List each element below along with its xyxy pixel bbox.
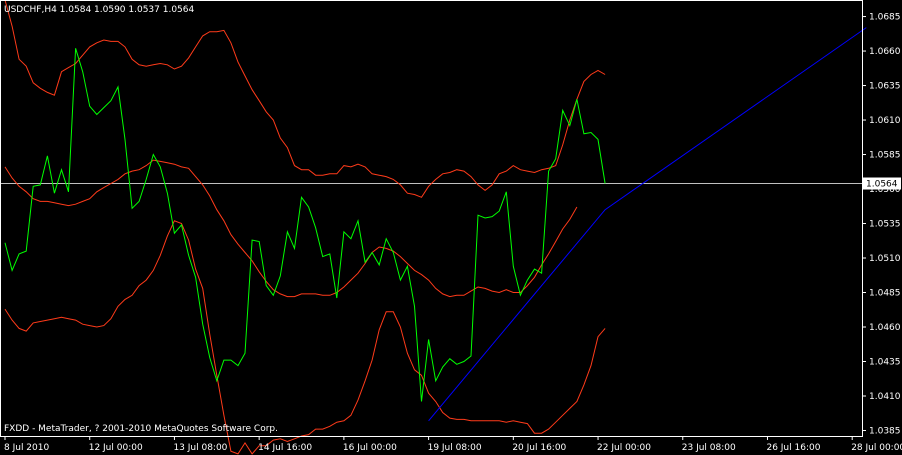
- y-tick-label: 1.0610: [869, 116, 901, 126]
- y-tick-label: 1.0635: [869, 82, 901, 92]
- chart-footer: FXDD - MetaTrader, ? 2001-2010 MetaQuote…: [4, 424, 278, 434]
- y-tick-label: 1.0460: [869, 323, 901, 333]
- x-tick-label: 8 Jul 2010: [4, 443, 49, 453]
- chart-background: [0, 0, 902, 455]
- price-chart[interactable]: 1.06851.06601.06351.06101.05851.05601.05…: [0, 0, 902, 455]
- x-tick-label: 23 Jul 08:00: [682, 443, 736, 453]
- x-tick-label: 26 Jul 16:00: [766, 443, 820, 453]
- y-tick-label: 1.0510: [869, 254, 901, 264]
- x-tick-label: 19 Jul 08:00: [428, 443, 482, 453]
- y-tick-label: 1.0485: [869, 289, 901, 299]
- y-tick-label: 1.0535: [869, 220, 901, 230]
- chart-header: USDCHF,H4 1.0584 1.0590 1.0537 1.0564: [4, 5, 194, 15]
- y-tick-label: 1.0385: [869, 426, 901, 436]
- x-tick-label: 28 Jul 00:00: [851, 443, 902, 453]
- y-tick-label: 1.0685: [869, 13, 901, 23]
- x-tick-label: 14 Jul 16:00: [258, 443, 312, 453]
- y-tick-label: 1.0660: [869, 47, 901, 57]
- x-tick-label: 16 Jul 00:00: [343, 443, 397, 453]
- y-tick-label: 1.0585: [869, 151, 901, 161]
- x-tick-label: 13 Jul 08:00: [173, 443, 227, 453]
- y-tick-label: 1.0410: [869, 392, 901, 402]
- x-tick-label: 20 Jul 16:00: [512, 443, 566, 453]
- y-tick-label: 1.0435: [869, 357, 901, 367]
- current-price-label: 1.0564: [866, 180, 898, 190]
- x-tick-label: 22 Jul 00:00: [597, 443, 651, 453]
- x-tick-label: 12 Jul 00:00: [89, 443, 143, 453]
